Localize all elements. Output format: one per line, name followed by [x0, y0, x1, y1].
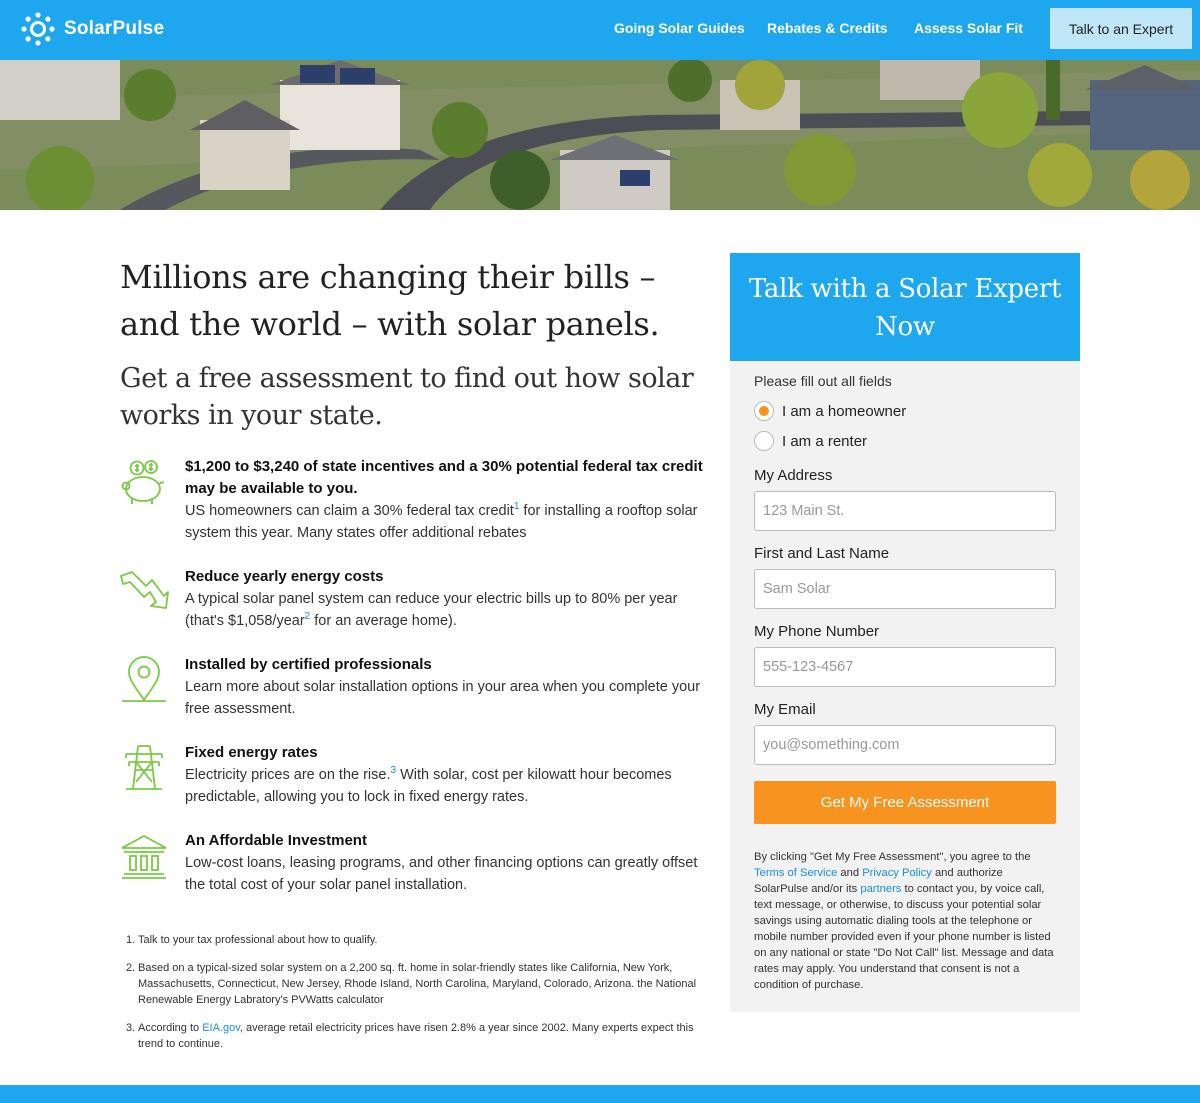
power-tower-icon: [125, 745, 163, 790]
name-label: First and Last Name: [754, 545, 890, 562]
form-title: Talk with a Solar Expert Now: [748, 274, 1062, 342]
address-label: My Address: [754, 467, 833, 484]
eia-gov-link[interactable]: EIA.gov: [202, 1022, 240, 1034]
footnote-number: 1.: [126, 934, 136, 946]
footnote-text: Talk to your tax professional about how …: [138, 934, 378, 946]
form-header: Talk with a Solar Expert Now: [730, 253, 1080, 361]
site-header: SolarPulse Going Solar Guides Rebates & …: [0, 0, 1200, 60]
footer-bar: [0, 1085, 1200, 1103]
feature-text-part: US homeowners can claim a 30% federal ta…: [185, 503, 514, 519]
legal-text: and: [837, 867, 863, 879]
trend-down-arrow-icon: [120, 571, 169, 609]
get-free-assessment-button[interactable]: Get My Free Assessment: [754, 781, 1056, 824]
radio-label: I am a homeowner: [782, 402, 907, 420]
page-headline: Millions are changing their bills – and …: [120, 258, 660, 343]
map-pin-icon: [122, 656, 166, 702]
footnote-number: 2.: [126, 962, 136, 974]
legal-text: to contact you, by voice call, text mess…: [754, 883, 1054, 991]
radio-button-checked[interactable]: [754, 401, 774, 421]
brand-logo[interactable]: SolarPulse: [20, 11, 164, 47]
address-input[interactable]: [754, 491, 1056, 531]
radio-label: I am a renter: [782, 432, 868, 450]
phone-input[interactable]: [754, 647, 1056, 687]
nav-rebates-credits[interactable]: Rebates & Credits: [767, 20, 888, 36]
form-instructions: Please fill out all fields: [754, 373, 892, 389]
privacy-policy-link[interactable]: Privacy Policy: [862, 867, 932, 879]
feature-text: US homeowners can claim a 30% federal ta…: [185, 500, 710, 544]
feature-title: Fixed energy rates: [185, 744, 318, 761]
email-label: My Email: [754, 701, 816, 718]
talk-to-expert-button[interactable]: Talk to an Expert: [1050, 8, 1192, 49]
sun-icon: [21, 12, 55, 46]
hero-image: [0, 60, 1200, 210]
name-input[interactable]: [754, 569, 1056, 609]
radio-homeowner[interactable]: I am a homeowner: [754, 401, 906, 421]
terms-of-service-link[interactable]: Terms of Service: [754, 867, 837, 879]
feature-title: $1,200 to $3,240 of state incentives and…: [185, 458, 703, 497]
footnote-text: According to: [138, 1022, 203, 1034]
footnote-2: 2. Based on a typical-sized solar system…: [126, 960, 706, 1008]
lead-form: Please fill out all fields I am a homeow…: [730, 361, 1080, 1012]
feature-text-part: for an average home).: [310, 613, 457, 629]
feature-text-part: Electricity prices are on the rise.: [185, 767, 391, 783]
footnote-number: 3.: [126, 1022, 136, 1034]
radio-renter[interactable]: I am a renter: [754, 431, 867, 451]
page-subhead: Get a free assessment to find out how so…: [120, 363, 694, 431]
feature-title: Reduce yearly energy costs: [185, 568, 384, 585]
feature-title: Installed by certified professionals: [185, 656, 432, 673]
phone-label: My Phone Number: [754, 623, 880, 640]
feature-text: Electricity prices are on the rise.3 Wit…: [185, 764, 710, 808]
brand-name: SolarPulse: [64, 18, 165, 39]
hero-illustration: [0, 60, 1200, 210]
piggy-bank-icon: [121, 460, 165, 504]
footnotes: 1. Talk to your tax professional about h…: [126, 932, 706, 1064]
feature-text: Learn more about solar installation opti…: [185, 679, 701, 717]
radio-button[interactable]: [754, 431, 774, 451]
feature-title: An Affordable Investment: [185, 832, 367, 849]
nav-assess-solar-fit[interactable]: Assess Solar Fit: [914, 20, 1023, 36]
nav-going-solar-guides[interactable]: Going Solar Guides: [614, 20, 745, 36]
feature-text: A typical solar panel system can reduce …: [185, 588, 710, 632]
footnote-text: Based on a typical-sized solar system on…: [138, 962, 697, 1006]
email-input[interactable]: [754, 725, 1056, 765]
footnote-1: 1. Talk to your tax professional about h…: [126, 932, 706, 948]
partners-link[interactable]: partners: [860, 883, 901, 895]
legal-disclaimer: By clicking "Get My Free Assessment", yo…: [754, 849, 1059, 993]
footnote-3: 3. According to EIA.gov, average retail …: [126, 1020, 706, 1052]
feature-text: Low-cost loans, leasing programs, and ot…: [185, 855, 698, 893]
legal-text: By clicking "Get My Free Assessment", yo…: [754, 851, 1031, 863]
bank-icon: [121, 834, 167, 879]
